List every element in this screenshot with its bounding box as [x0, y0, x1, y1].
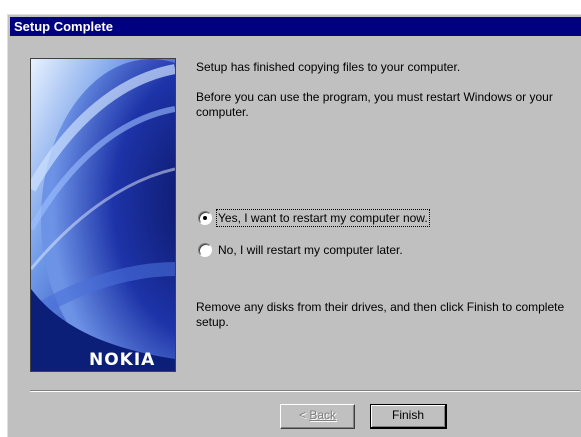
restart-later-radio[interactable] [198, 243, 212, 257]
back-prefix: < [298, 408, 310, 422]
title-bar[interactable]: Setup Complete [10, 17, 581, 36]
back-label: Back [309, 408, 337, 422]
nokia-banner-image: NOKIA [30, 58, 176, 372]
restart-now-radio[interactable] [198, 211, 212, 225]
restart-later-label[interactable]: No, I will restart my computer later. [218, 243, 403, 257]
button-separator [30, 390, 580, 392]
restart-now-label[interactable]: Yes, I want to restart my computer now. [216, 209, 430, 227]
status-message: Setup has finished copying files to your… [196, 60, 461, 74]
finish-instruction: Remove any disks from their drives, and … [196, 300, 565, 329]
window-title: Setup Complete [14, 19, 113, 34]
restart-instruction: Before you can use the program, you must… [196, 90, 553, 119]
back-button[interactable]: < Back [280, 404, 355, 429]
restart-now-option[interactable]: Yes, I want to restart my computer now. [198, 209, 430, 227]
abstract-blue-graphic [31, 59, 175, 371]
restart-later-option[interactable]: No, I will restart my computer later. [198, 242, 403, 258]
finish-button[interactable]: Finish [370, 404, 447, 429]
setup-dialog: Setup Complete NOKIA Setup has finished … [7, 14, 581, 437]
nokia-logo: NOKIA [89, 350, 156, 370]
